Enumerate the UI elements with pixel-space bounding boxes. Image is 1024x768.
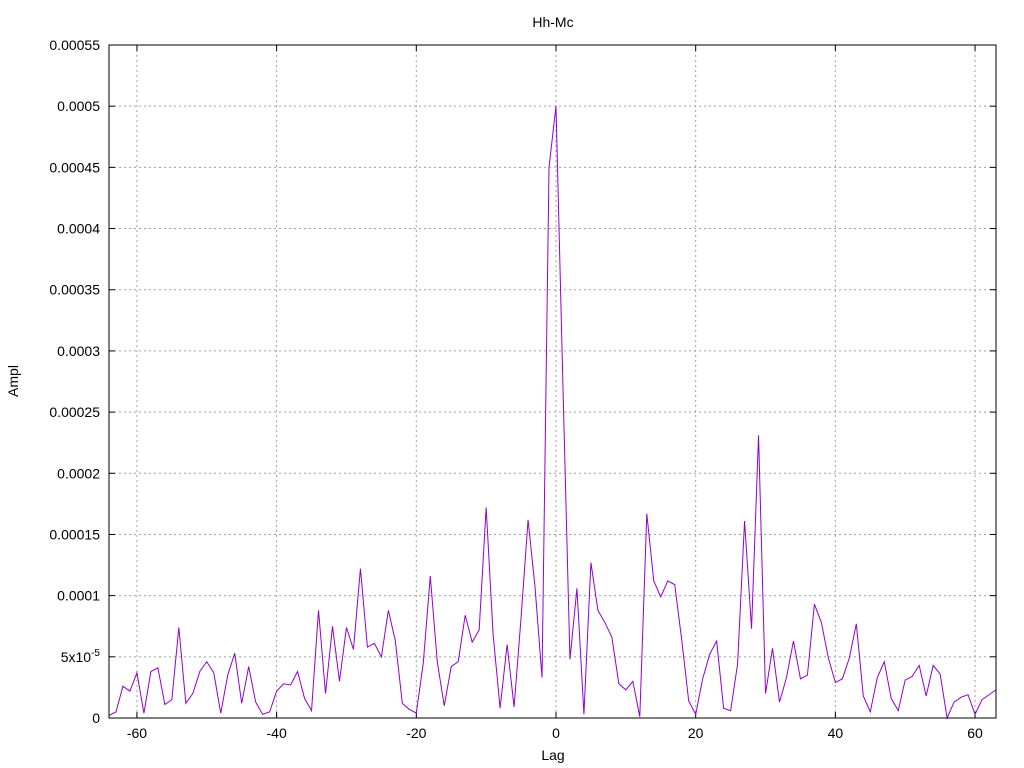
x-tick-label: -60 xyxy=(127,725,147,741)
y-axis-title: Ampl xyxy=(5,365,21,397)
y-tick-label: 0.0005 xyxy=(57,98,100,114)
y-tick-label: 0.00015 xyxy=(49,526,100,542)
x-tick-label: 40 xyxy=(828,725,844,741)
y-tick-label: 0 xyxy=(92,710,100,726)
chart-background xyxy=(0,0,1024,768)
x-tick-label: 0 xyxy=(552,725,560,741)
x-axis-title: Lag xyxy=(541,747,564,763)
y-tick-label: 0.0003 xyxy=(57,343,100,359)
chart: -60 -40 -20 0 20 40 60 05x10-50.00010.000150.0… xyxy=(0,0,1024,768)
y-tick-label: 0.00035 xyxy=(49,282,100,298)
x-tick-label: 60 xyxy=(967,725,983,741)
y-tick-label: 0.00055 xyxy=(49,37,100,53)
y-tick-label: 0.0004 xyxy=(57,221,100,237)
y-tick-label: 0.00045 xyxy=(49,159,100,175)
y-tick-label: 0.0002 xyxy=(57,465,100,481)
y-tick-label: 0.00025 xyxy=(49,404,100,420)
x-tick-label: -40 xyxy=(267,725,287,741)
chart-title: Hh-Mc xyxy=(532,14,573,30)
y-tick-label: 0.0001 xyxy=(57,588,100,604)
x-tick-label: 20 xyxy=(688,725,704,741)
x-tick-label: -20 xyxy=(406,725,426,741)
